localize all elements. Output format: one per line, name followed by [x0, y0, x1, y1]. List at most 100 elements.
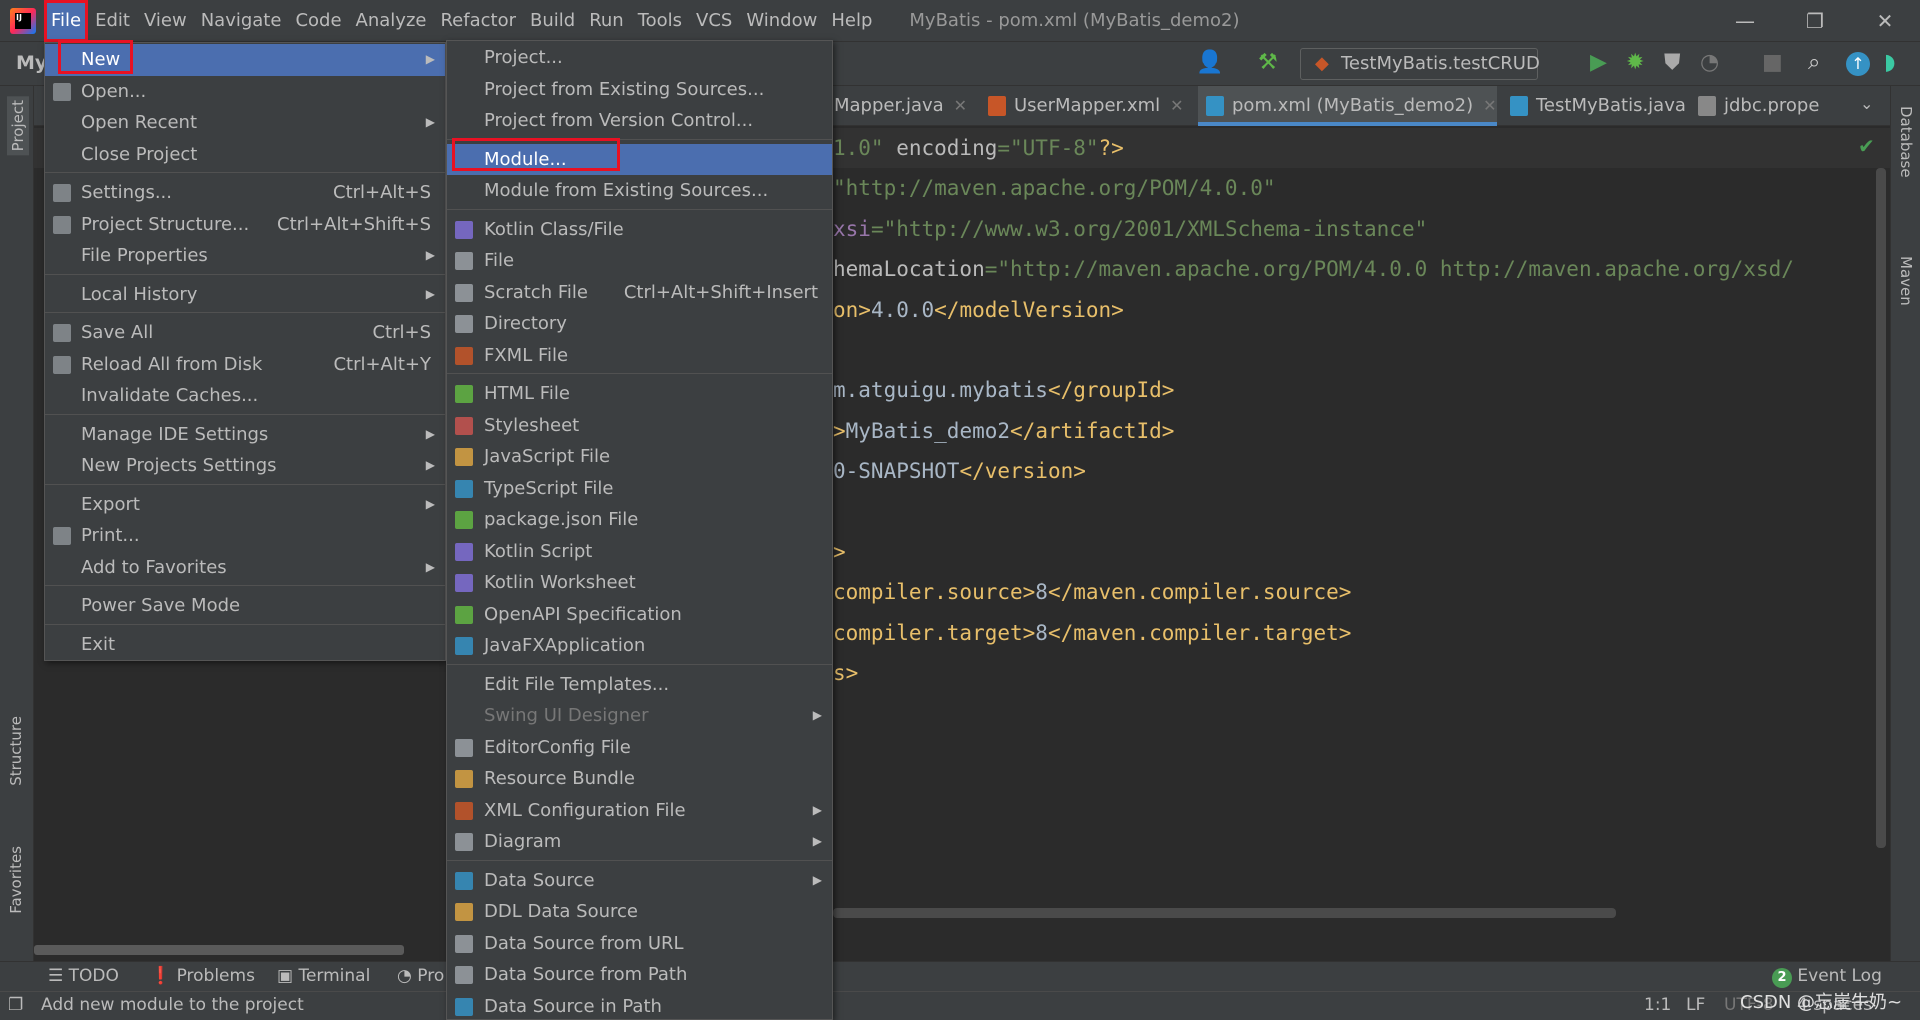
new-menu-item-kotlin-worksheet[interactable]: Kotlin Worksheet: [447, 567, 832, 599]
tool-database[interactable]: Database: [1897, 106, 1915, 178]
new-menu-item-editorconfig-file[interactable]: EditorConfig File: [447, 732, 832, 764]
new-menu-item-xml-configuration-file[interactable]: XML Configuration File ▶: [447, 795, 832, 827]
menu-analyze[interactable]: Analyze: [349, 0, 434, 42]
close-tab-icon[interactable]: ✕: [1483, 96, 1496, 115]
file-menu-item-exit[interactable]: Exit: [45, 629, 445, 661]
file-menu-item-close-project[interactable]: Close Project: [45, 139, 445, 171]
close-tab-icon[interactable]: ✕: [954, 96, 967, 115]
new-menu-item-data-source[interactable]: Data Source ▶: [447, 865, 832, 897]
new-menu-item-project-from-version-control[interactable]: Project from Version Control...: [447, 105, 832, 137]
file-menu-item-new-projects-settings[interactable]: New Projects Settings ▶: [45, 450, 445, 482]
file-menu-item-settings[interactable]: Settings... Ctrl+Alt+S: [45, 177, 445, 209]
new-menu-item-scratch-file[interactable]: Scratch File Ctrl+Alt+Shift+Insert: [447, 277, 832, 309]
menu-view[interactable]: View: [137, 0, 194, 42]
file-menu-item-project-structure[interactable]: Project Structure... Ctrl+Alt+Shift+S: [45, 209, 445, 241]
minimize-button[interactable]: —: [1710, 0, 1780, 42]
menu-navigate[interactable]: Navigate: [194, 0, 289, 42]
tab-jdbc-prope[interactable]: jdbc.prope: [1690, 86, 1819, 126]
problems-tool-button[interactable]: ❗ Problems: [150, 966, 255, 986]
tab-pom-xml-mybatis-demo2[interactable]: pom.xml (MyBatis_demo2) ✕: [1198, 86, 1497, 126]
menu-refactor[interactable]: Refactor: [433, 0, 523, 42]
update-icon[interactable]: ↑: [1846, 52, 1870, 76]
file-menu-item-open-recent[interactable]: Open Recent ▶: [45, 107, 445, 139]
file-menu-item-power-save-mode[interactable]: Power Save Mode: [45, 590, 445, 622]
editor-horizontal-scrollbar[interactable]: [833, 908, 1616, 918]
tool-maven[interactable]: Maven: [1897, 256, 1915, 306]
profiler-icon[interactable]: ◔: [1700, 50, 1719, 75]
debug-bug-icon[interactable]: ✹: [1626, 50, 1644, 75]
file-menu-item-local-history[interactable]: Local History ▶: [45, 279, 445, 311]
caret-position[interactable]: 1:1: [1644, 995, 1671, 1015]
new-menu-item-edit-file-templates[interactable]: Edit File Templates...: [447, 669, 832, 701]
profiler-tool-button[interactable]: ◔ Pro: [397, 966, 444, 986]
tool-favorites[interactable]: Favorites: [7, 846, 25, 914]
new-menu-item-stylesheet[interactable]: Stylesheet: [447, 410, 832, 442]
build-hammer-icon[interactable]: ⚒: [1258, 50, 1278, 75]
line-separator[interactable]: LF: [1686, 995, 1705, 1015]
stop-icon[interactable]: ■: [1762, 50, 1783, 75]
close-tab-icon[interactable]: ✕: [1170, 96, 1183, 115]
new-menu-item-diagram[interactable]: Diagram ▶: [447, 826, 832, 858]
new-menu-item-html-file[interactable]: HTML File: [447, 378, 832, 410]
restore-button[interactable]: ❐: [1780, 0, 1850, 42]
todo-tool-button[interactable]: ☰ TODO: [48, 966, 119, 986]
file-menu-item-file-properties[interactable]: File Properties ▶: [45, 240, 445, 272]
file-menu-item-add-to-favorites[interactable]: Add to Favorites ▶: [45, 552, 445, 584]
project-breadcrumb[interactable]: My: [16, 52, 47, 74]
menu-run[interactable]: Run: [582, 0, 631, 42]
event-log-button[interactable]: 2 Event Log: [1772, 966, 1882, 988]
close-button[interactable]: ✕: [1850, 0, 1920, 42]
code-with-me-icon[interactable]: ◗: [1884, 50, 1896, 75]
new-menu-item-data-source-from-path[interactable]: Data Source from Path: [447, 959, 832, 991]
new-menu-item-resource-bundle[interactable]: Resource Bundle: [447, 763, 832, 795]
file-menu-item-invalidate-caches[interactable]: Invalidate Caches...: [45, 380, 445, 412]
tool-structure[interactable]: Structure: [7, 716, 25, 786]
file-menu-item-export[interactable]: Export ▶: [45, 489, 445, 521]
tool-project[interactable]: Project: [7, 96, 29, 156]
menu-tools[interactable]: Tools: [631, 0, 689, 42]
tab-usermapper-xml[interactable]: UserMapper.xml ✕: [980, 86, 1184, 126]
file-menu-item-print[interactable]: Print...: [45, 520, 445, 552]
tabs-overflow-chevron-icon[interactable]: ⌄: [1860, 94, 1873, 113]
file-menu-item-reload-all-from-disk[interactable]: Reload All from Disk Ctrl+Alt+Y: [45, 349, 445, 381]
new-menu-item-directory[interactable]: Directory: [447, 308, 832, 340]
run-configuration-select[interactable]: TestMyBatis.testCRUD▼◆: [1300, 48, 1540, 101]
intellij-logo-icon[interactable]: IJ: [10, 7, 36, 34]
editor-vertical-scrollbar[interactable]: [1876, 168, 1886, 848]
terminal-tool-button[interactable]: ▣ Terminal: [277, 966, 370, 986]
new-menu-item-kotlin-class-file[interactable]: Kotlin Class/File: [447, 214, 832, 246]
menu-file[interactable]: File: [44, 0, 89, 42]
new-menu-item-data-source-in-path[interactable]: Data Source in Path: [447, 991, 832, 1020]
vcs-user-icon[interactable]: 👤: [1196, 50, 1223, 75]
new-menu-item-fxml-file[interactable]: FXML File: [447, 340, 832, 372]
status-toggle-icon[interactable]: ❐: [8, 995, 23, 1015]
new-menu-item-data-source-from-url[interactable]: Data Source from URL: [447, 928, 832, 960]
menu-window[interactable]: Window: [739, 0, 824, 42]
new-menu-item-project[interactable]: Project...: [447, 42, 832, 74]
new-menu-item-javascript-file[interactable]: JavaScript File: [447, 441, 832, 473]
menu-edit[interactable]: Edit: [88, 0, 137, 42]
new-menu-item-openapi-specification[interactable]: OpenAPI Specification: [447, 599, 832, 631]
new-menu-item-kotlin-script[interactable]: Kotlin Script: [447, 536, 832, 568]
menu-code[interactable]: Code: [288, 0, 348, 42]
menu-vcs[interactable]: VCS: [689, 0, 739, 42]
project-horizontal-scrollbar[interactable]: [34, 945, 404, 955]
new-menu-item-typescript-file[interactable]: TypeScript File: [447, 473, 832, 505]
file-menu-item-open[interactable]: Open...: [45, 76, 445, 108]
new-menu-item-module-from-existing-sources[interactable]: Module from Existing Sources...: [447, 175, 832, 207]
tab-mapper-java[interactable]: Mapper.java ✕: [834, 86, 967, 126]
new-menu-item-ddl-data-source[interactable]: DDL Data Source: [447, 896, 832, 928]
new-menu-item-package-json-file[interactable]: package.json File: [447, 504, 832, 536]
run-icon[interactable]: ▶: [1590, 50, 1607, 75]
tab-testmybatis-java[interactable]: TestMyBatis.java✕: [1502, 86, 1709, 126]
file-menu-item-save-all[interactable]: Save All Ctrl+S: [45, 317, 445, 349]
new-menu-item-javafxapplication[interactable]: JavaFXApplication: [447, 630, 832, 662]
menu-help[interactable]: Help: [824, 0, 879, 42]
inspection-ok-icon[interactable]: ✔: [1858, 134, 1875, 158]
search-icon[interactable]: ⌕: [1808, 50, 1820, 75]
file-menu-item-manage-ide-settings[interactable]: Manage IDE Settings ▶: [45, 419, 445, 451]
new-menu-item-project-from-existing-sources[interactable]: Project from Existing Sources...: [447, 74, 832, 106]
menu-build[interactable]: Build: [523, 0, 582, 42]
new-menu-item-file[interactable]: File: [447, 245, 832, 277]
coverage-icon[interactable]: ⛊: [1664, 50, 1681, 75]
